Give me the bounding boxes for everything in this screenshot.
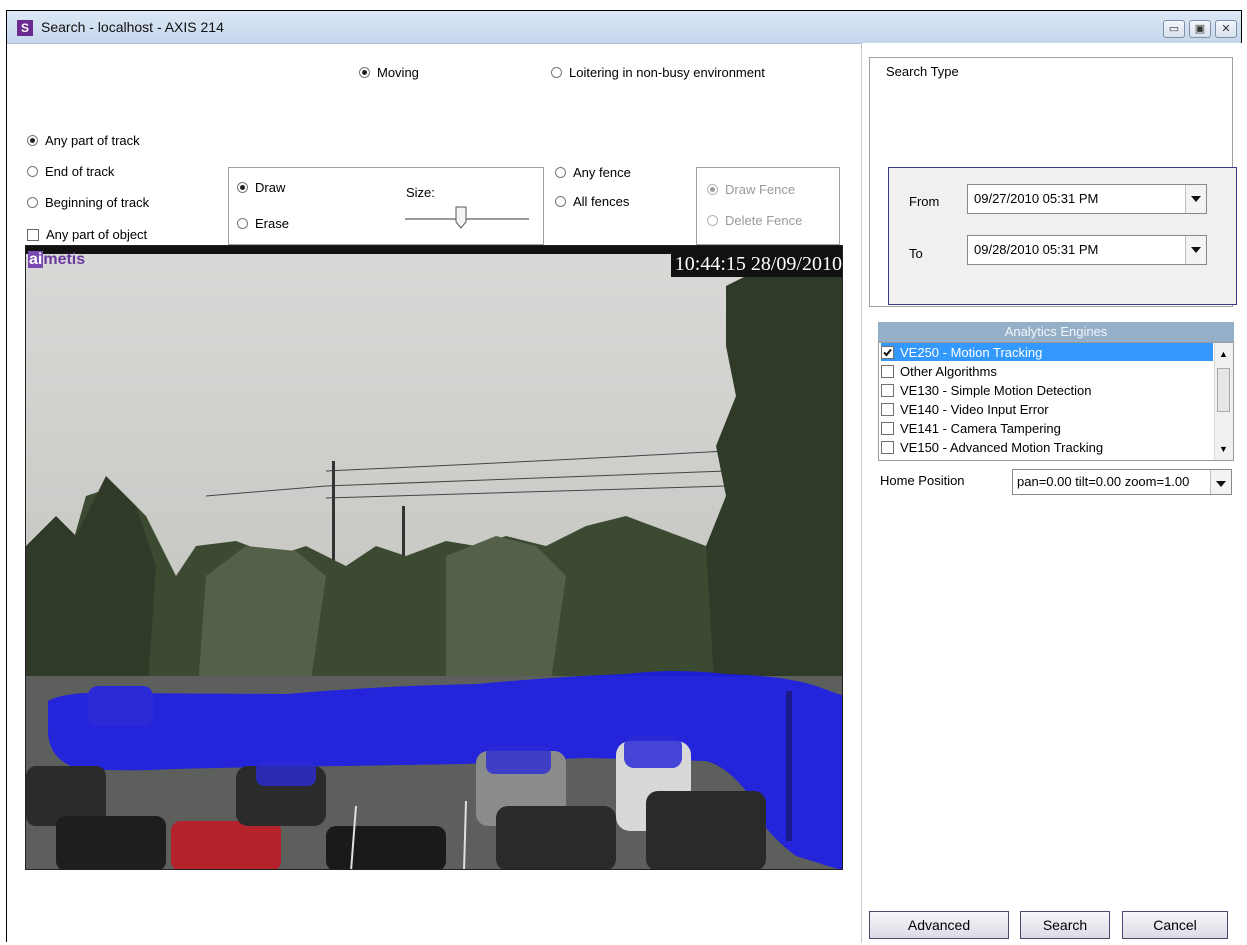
size-slider-thumb[interactable] — [455, 206, 467, 230]
radio-beginning-label: Beginning of track — [45, 195, 150, 210]
radio-erase-label: Erase — [255, 216, 289, 231]
from-date-value: 09/27/2010 05:31 PM — [974, 191, 1099, 206]
fence-tools-group: Draw Fence Delete Fence — [696, 167, 840, 245]
search-window: S Search - localhost - AXIS 214 ▭ ▣ ✕ Mo… — [6, 10, 1244, 943]
radio-erase-dot — [237, 218, 248, 229]
right-panel: Search Type From 09/27/2010 05:31 PM To … — [861, 43, 1244, 943]
aimetis-logo: aimetis — [28, 251, 85, 269]
scroll-up-icon[interactable]: ▲ — [1219, 349, 1228, 359]
scroll-down-icon[interactable]: ▼ — [1219, 444, 1228, 454]
checkbox-any-part-of-object-label: Any part of object — [46, 227, 148, 242]
engine-item-label: VE130 - Simple Motion Detection — [900, 382, 1092, 398]
radio-moving-dot — [359, 67, 370, 78]
to-label: To — [909, 246, 923, 261]
radio-loitering[interactable]: Loitering in non-busy environment — [551, 65, 765, 80]
camera-scene — [26, 246, 842, 869]
engine-ve130-checkbox[interactable] — [881, 383, 894, 397]
radio-moving-label: Moving — [377, 65, 419, 80]
video-view[interactable]: aimetis 10:44:15 28/09/2010 — [25, 245, 843, 870]
size-slider-track[interactable] — [405, 218, 529, 221]
engine-item-ve250[interactable]: VE250 - Motion Tracking — [881, 343, 1213, 361]
radio-beginning-of-track[interactable]: Beginning of track — [27, 195, 149, 210]
logo-metis: metis — [43, 251, 86, 268]
advanced-button[interactable]: Advanced — [869, 911, 1009, 939]
analytics-engines-list[interactable]: VE250 - Motion Tracking Other Algorithms… — [878, 342, 1234, 461]
radio-all-fences[interactable]: All fences — [555, 194, 629, 209]
radio-all-fences-label: All fences — [573, 194, 630, 209]
radio-all-fences-dot — [555, 196, 566, 207]
size-label: Size: — [406, 185, 435, 200]
radio-draw[interactable]: Draw — [237, 180, 285, 195]
maximize-button[interactable]: ▣ — [1189, 20, 1211, 38]
draw-erase-group: Draw Erase Size: — [228, 167, 544, 245]
radio-end-dot — [27, 166, 38, 177]
from-date-dropdown[interactable]: 09/27/2010 05:31 PM — [967, 184, 1207, 214]
engine-item-label: VE150 - Advanced Motion Tracking — [900, 439, 1104, 455]
radio-erase[interactable]: Erase — [237, 216, 289, 231]
engine-item-ve150[interactable]: VE150 - Advanced Motion Tracking — [881, 438, 1213, 456]
radio-end-of-track[interactable]: End of track — [27, 164, 114, 179]
engine-item-label: VE141 - Camera Tampering — [900, 420, 1061, 436]
date-range-box: From 09/27/2010 05:31 PM To 09/28/2010 0… — [888, 167, 1237, 305]
radio-any-part-label: Any part of track — [45, 133, 140, 148]
engine-ve250-checkbox[interactable] — [881, 345, 894, 359]
radio-delete-fence-dot — [707, 215, 718, 226]
engine-ve140-checkbox[interactable] — [881, 402, 894, 416]
engine-item-label: VE250 - Motion Tracking — [900, 344, 1043, 360]
scroll-thumb[interactable] — [1217, 368, 1230, 412]
search-type-legend: Search Type — [883, 64, 962, 79]
window-title: Search - localhost - AXIS 214 — [41, 19, 224, 35]
engine-item-ve140[interactable]: VE140 - Video Input Error — [881, 400, 1213, 418]
radio-delete-fence-label: Delete Fence — [725, 213, 803, 228]
video-timestamp: 10:44:15 28/09/2010 — [670, 252, 842, 277]
close-button[interactable]: ✕ — [1215, 20, 1237, 38]
logo-ai: ai — [28, 251, 44, 268]
engine-item-other[interactable]: Other Algorithms — [881, 362, 1213, 380]
engine-ve150-checkbox[interactable] — [881, 440, 894, 454]
radio-end-label: End of track — [45, 164, 115, 179]
radio-any-fence-dot — [555, 167, 566, 178]
radio-draw-dot — [237, 182, 248, 193]
radio-delete-fence[interactable]: Delete Fence — [707, 213, 802, 228]
radio-any-part-of-track[interactable]: Any part of track — [27, 133, 140, 148]
to-chevron-down-icon[interactable] — [1185, 236, 1206, 264]
home-position-chevron-down-icon[interactable] — [1210, 470, 1231, 494]
checkbox-any-part-of-object[interactable]: Any part of object — [27, 227, 147, 242]
radio-draw-fence[interactable]: Draw Fence — [707, 182, 795, 197]
home-position-label: Home Position — [880, 473, 965, 488]
cancel-button[interactable]: Cancel — [1122, 911, 1228, 939]
title-bar[interactable]: S Search - localhost - AXIS 214 ▭ ▣ ✕ — [7, 11, 1241, 44]
from-label: From — [909, 194, 940, 209]
radio-any-fence[interactable]: Any fence — [555, 165, 631, 180]
radio-beginning-dot — [27, 197, 38, 208]
radio-loitering-label: Loitering in non-busy environment — [569, 65, 765, 80]
window-content: Moving Loitering in non-busy environment… — [7, 43, 1244, 943]
engine-item-label: VE140 - Video Input Error — [900, 401, 1049, 417]
analytics-engines-header: Analytics Engines — [878, 322, 1234, 342]
from-chevron-down-icon[interactable] — [1185, 185, 1206, 213]
engine-other-checkbox[interactable] — [881, 364, 894, 378]
radio-draw-fence-label: Draw Fence — [725, 182, 796, 197]
search-type-group: Search Type From 09/27/2010 05:31 PM To … — [869, 57, 1237, 307]
engine-ve141-checkbox[interactable] — [881, 421, 894, 435]
radio-moving[interactable]: Moving — [359, 65, 419, 80]
search-button[interactable]: Search — [1020, 911, 1110, 939]
engine-item-label: Other Algorithms — [900, 363, 997, 379]
radio-loitering-dot — [551, 67, 562, 78]
app-icon: S — [17, 20, 33, 36]
minimize-button[interactable]: ▭ — [1163, 20, 1185, 38]
engine-item-ve141[interactable]: VE141 - Camera Tampering — [881, 419, 1213, 437]
engines-scrollbar[interactable]: ▲ ▼ — [1214, 343, 1233, 460]
checkbox-any-part-of-object-box — [27, 228, 39, 241]
check-icon — [883, 348, 892, 356]
engine-item-ve130[interactable]: VE130 - Simple Motion Detection — [881, 381, 1213, 399]
home-position-dropdown[interactable]: pan=0.00 tilt=0.00 zoom=1.00 — [1012, 469, 1232, 495]
to-date-value: 09/28/2010 05:31 PM — [974, 242, 1099, 257]
radio-any-part-dot — [27, 135, 38, 146]
to-date-dropdown[interactable]: 09/28/2010 05:31 PM — [967, 235, 1207, 265]
radio-draw-fence-dot — [707, 184, 718, 195]
home-position-value: pan=0.00 tilt=0.00 zoom=1.00 — [1017, 474, 1190, 489]
radio-any-fence-label: Any fence — [573, 165, 631, 180]
radio-draw-label: Draw — [255, 180, 286, 195]
